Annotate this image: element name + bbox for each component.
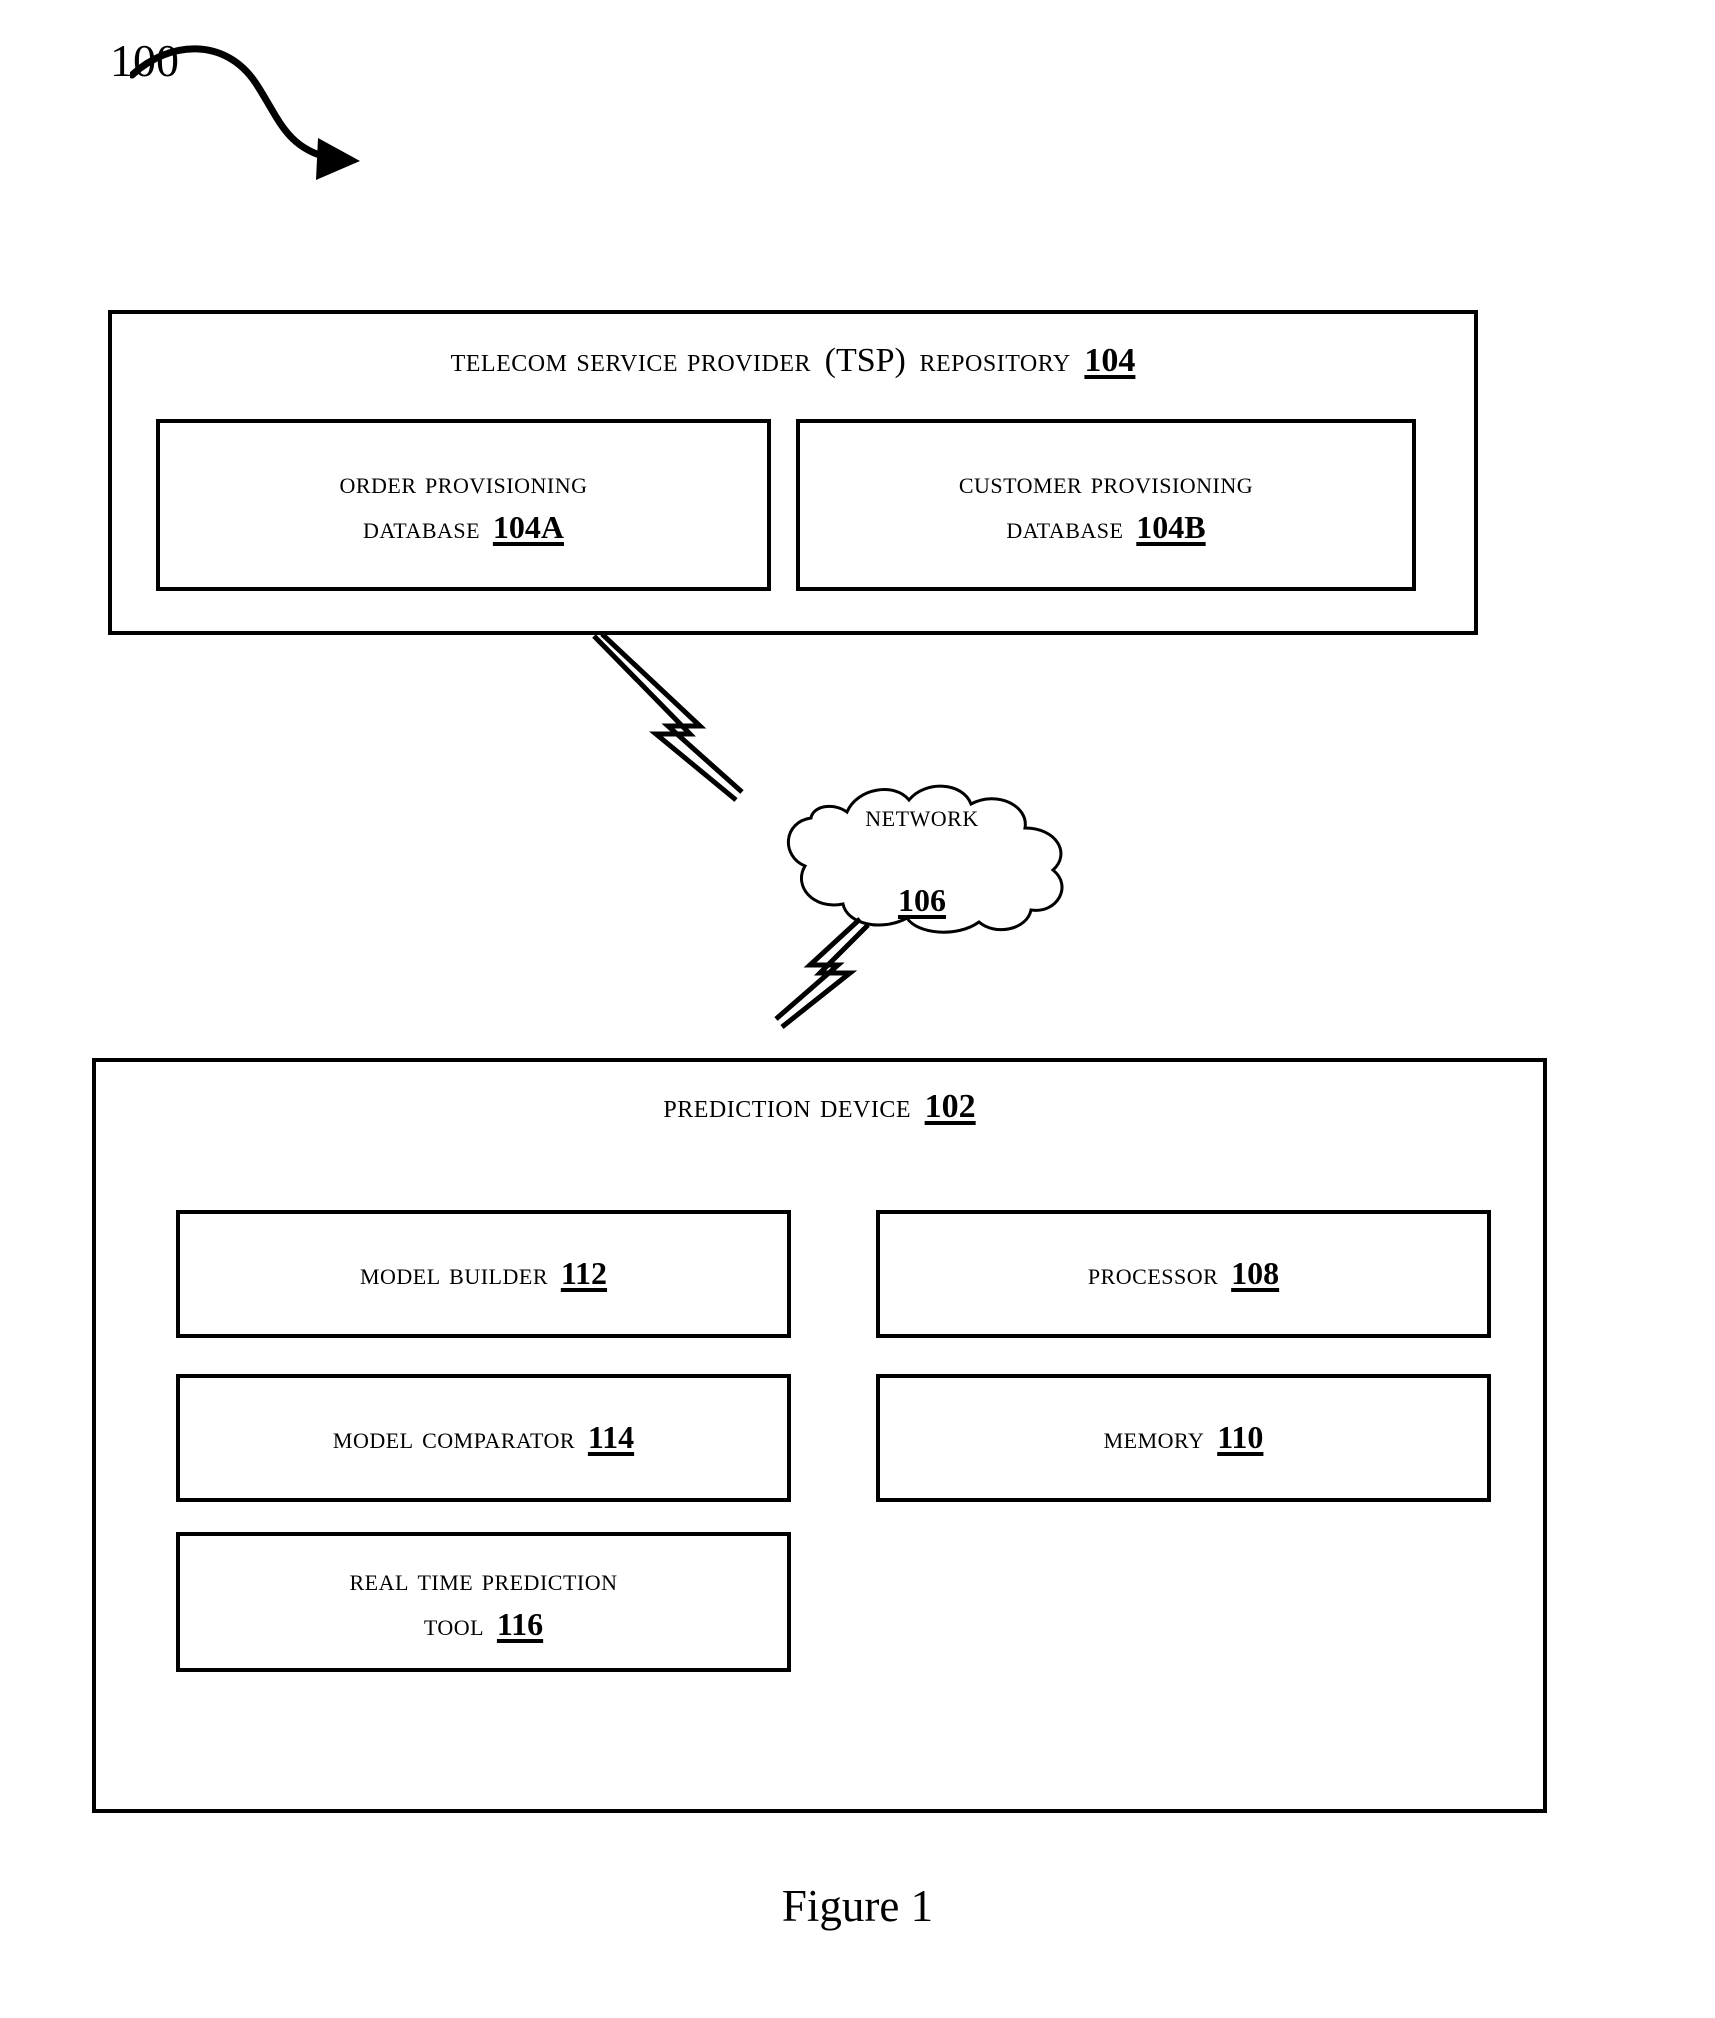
prediction-device-ref: 102 xyxy=(924,1088,976,1125)
cloud-shape-icon xyxy=(787,784,1064,934)
model-comparator-ref: 114 xyxy=(587,1419,635,1456)
patent-figure-1: 100 Telecom Service Provider (TSP) Repos… xyxy=(0,0,1715,2018)
order-provisioning-database-box: Order Provisioning Database 104A xyxy=(156,419,771,591)
model-comparator-label: Model Comparator xyxy=(332,1419,576,1456)
memory-box: Memory 110 xyxy=(876,1374,1491,1502)
model-builder-box: Model Builder 112 xyxy=(176,1210,791,1338)
tsp-repository-title-text: Telecom Service Provider xyxy=(450,342,812,379)
prediction-device-box: Prediction Device 102 Model Builder 112 … xyxy=(92,1058,1547,1813)
memory-label: Memory xyxy=(1103,1419,1205,1456)
real-time-prediction-tool-label-line2: Tool xyxy=(423,1606,485,1642)
model-comparator-box: Model Comparator 114 xyxy=(176,1374,791,1502)
order-provisioning-database-line2: Database xyxy=(362,509,481,545)
real-time-prediction-tool-label-line1: Real time Prediction xyxy=(349,1560,618,1597)
tsp-repository-box: Telecom Service Provider (TSP) Repositor… xyxy=(108,310,1478,635)
figure-reference-arrow-icon xyxy=(130,45,360,180)
tsp-repository-title-suffix: Repository xyxy=(919,342,1071,379)
network-cloud: Network 106 xyxy=(757,780,1087,935)
customer-provisioning-database-line2: Database xyxy=(1006,509,1124,545)
model-builder-ref: 112 xyxy=(560,1255,608,1292)
lightning-connector-lower-icon xyxy=(774,917,870,1029)
model-builder-label: Model Builder xyxy=(359,1255,548,1292)
processor-ref: 108 xyxy=(1231,1255,1280,1292)
tsp-repository-title: Telecom Service Provider (TSP) Repositor… xyxy=(112,342,1474,380)
order-provisioning-database-line1: Order Provisioning xyxy=(339,463,588,500)
tsp-repository-title-abbrev: (TSP) xyxy=(824,342,906,379)
real-time-prediction-tool-ref: 116 xyxy=(496,1606,544,1642)
customer-provisioning-database-ref: 104B xyxy=(1136,509,1206,545)
memory-ref: 110 xyxy=(1217,1419,1264,1456)
figure-caption: Figure 1 xyxy=(781,1881,934,1931)
real-time-prediction-tool-box: Real time Prediction Tool 116 xyxy=(176,1532,791,1672)
order-provisioning-database-ref: 104A xyxy=(492,509,565,545)
customer-provisioning-database-line1: Customer Provisioning xyxy=(958,463,1254,500)
prediction-device-title-text: Prediction Device xyxy=(663,1088,912,1125)
processor-label: Processor xyxy=(1087,1255,1219,1292)
tsp-repository-ref: 104 xyxy=(1084,342,1136,379)
customer-provisioning-database-box: Customer Provisioning Database 104B xyxy=(796,419,1416,591)
prediction-device-title: Prediction Device 102 xyxy=(96,1088,1543,1126)
processor-box: Processor 108 xyxy=(876,1210,1491,1338)
